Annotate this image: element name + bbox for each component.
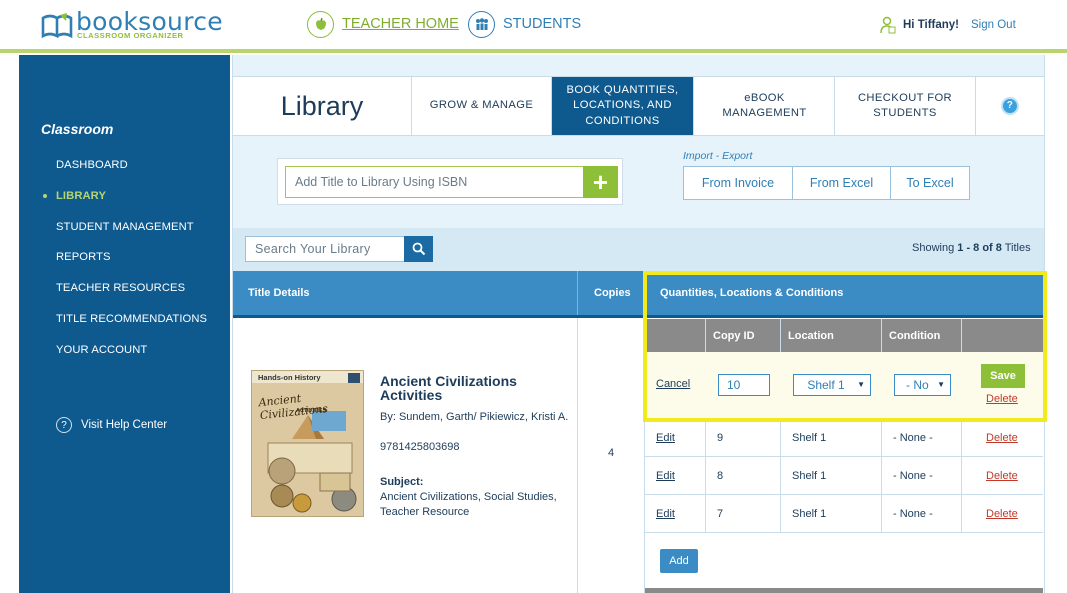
book-logo-icon <box>41 13 73 39</box>
copy-id: 8 <box>717 470 724 482</box>
location: Shelf 1 <box>792 470 827 482</box>
condition: - None - <box>893 470 933 482</box>
apple-icon <box>307 10 334 38</box>
tab-ebook-management[interactable]: eBOOK MANAGEMENT <box>693 77 835 135</box>
edit-link[interactable]: Edit <box>656 419 675 457</box>
header-divider <box>0 49 1067 53</box>
book-title[interactable]: Ancient Civilizations Activities <box>380 374 570 402</box>
book-cover-image[interactable]: Hands-on History Ancient Civilizations A… <box>251 370 364 517</box>
sidebar-item-student-management[interactable]: STUDENT MANAGEMENT <box>56 221 194 233</box>
cover-subtitle: ACTIVITIES <box>296 408 327 414</box>
sidebar: Classroom DASHBOARD LIBRARY STUDENT MANA… <box>19 55 230 593</box>
tab-checkout-students[interactable]: CHECKOUT FOR STUDENTS <box>834 77 975 135</box>
user-icon <box>880 16 896 34</box>
sidebar-item-your-account[interactable]: YOUR ACCOUNT <box>56 344 147 356</box>
nav-teacher-home[interactable]: TEACHER HOME <box>307 10 459 38</box>
delete-link[interactable]: Delete <box>986 419 1018 457</box>
showing-count: Showing 1 - 8 of 8 Titles <box>912 242 1031 254</box>
book-authors: By: Sundem, Garth/ Pikiewicz, Kristi A. <box>380 411 569 423</box>
table-row: Edit 9 Shelf 1 - None - Delete <box>645 418 1043 456</box>
location: Shelf 1 <box>792 432 827 444</box>
delete-link[interactable]: Delete <box>986 457 1018 495</box>
condition: - None - <box>893 508 933 520</box>
tab-grow-manage[interactable]: GROW & MANAGE <box>411 77 551 135</box>
cover-series: Hands-on History <box>258 373 321 382</box>
add-isbn-button[interactable]: + <box>583 166 618 198</box>
table-row: Edit 8 Shelf 1 - None - Delete <box>645 456 1043 494</box>
sidebar-item-title-recommendations[interactable]: TITLE RECOMMENDATIONS <box>56 313 207 325</box>
header-divider <box>577 271 578 315</box>
header-copies: Copies <box>594 287 631 299</box>
booksource-logo[interactable]: booksource CLASSROOM ORGANIZER <box>40 7 223 42</box>
sidebar-item-dashboard[interactable]: DASHBOARD <box>56 159 128 171</box>
sidebar-item-teacher-resources[interactable]: TEACHER RESOURCES <box>56 282 185 294</box>
book-subjects: Ancient Civilizations, Social Studies, T… <box>380 491 557 518</box>
import-export-group: From Invoice From Excel To Excel <box>683 166 970 200</box>
focus-highlight <box>643 271 1047 422</box>
sign-out-link[interactable]: Sign Out <box>971 19 1016 31</box>
top-header: booksource CLASSROOM ORGANIZER TEACHER H… <box>0 0 1067 53</box>
to-excel-button[interactable]: To Excel <box>891 167 969 199</box>
user-greeting: Hi Tiffany! <box>903 19 960 31</box>
next-subtable-header <box>645 588 1043 593</box>
isbn-input[interactable]: Add Title to Library Using ISBN <box>285 166 585 198</box>
isbn-panel: Add Title to Library Using ISBN + <box>277 158 623 205</box>
user-area: Hi Tiffany! Sign Out <box>880 16 1016 34</box>
question-icon: ? <box>1001 97 1019 115</box>
students-icon <box>468 10 495 38</box>
tab-book-quantities[interactable]: BOOK QUANTITIES, LOCATIONS, AND CONDITIO… <box>551 77 693 135</box>
search-icon <box>412 242 425 256</box>
edit-link[interactable]: Edit <box>656 495 675 533</box>
library-tabs: Library GROW & MANAGE BOOK QUANTITIES, L… <box>233 76 1044 136</box>
header-title-details: Title Details <box>248 287 310 299</box>
search-button[interactable] <box>404 236 433 262</box>
tab-help[interactable]: ? <box>975 77 1044 135</box>
condition: - None - <box>893 432 933 444</box>
book-isbn: 9781425803698 <box>380 441 460 453</box>
delete-link[interactable]: Delete <box>986 495 1018 533</box>
showing-range: 1 - 8 of 8 <box>957 242 1002 254</box>
location: Shelf 1 <box>792 508 827 520</box>
sidebar-title: Classroom <box>41 121 114 137</box>
nav-students-label: STUDENTS <box>503 16 582 32</box>
active-bullet-icon <box>43 194 47 198</box>
search-library-input[interactable]: Search Your Library <box>245 236 405 262</box>
nav-students[interactable]: STUDENTS <box>468 10 581 38</box>
plus-icon: + <box>592 166 609 197</box>
sidebar-item-reports[interactable]: REPORTS <box>56 251 111 263</box>
copy-id: 9 <box>717 432 724 444</box>
logo-tagline: CLASSROOM ORGANIZER <box>77 31 184 40</box>
edit-link[interactable]: Edit <box>656 457 675 495</box>
nav-teacher-home-label: TEACHER HOME <box>342 16 459 32</box>
sidebar-item-library[interactable]: LIBRARY <box>56 190 106 202</box>
import-export-label: Import - Export <box>683 150 753 162</box>
from-excel-button[interactable]: From Excel <box>793 167 891 199</box>
subject-label: Subject: <box>380 476 424 488</box>
copy-id: 7 <box>717 508 724 520</box>
page-title: Library <box>280 90 364 121</box>
column-divider <box>577 318 578 593</box>
help-center-link[interactable]: ? Visit Help Center <box>56 417 167 433</box>
table-row: Edit 7 Shelf 1 - None - Delete <box>645 494 1043 532</box>
help-center-label: Visit Help Center <box>81 419 168 431</box>
add-copy-button[interactable]: Add <box>660 549 698 573</box>
showing-suffix: Titles <box>1001 242 1031 254</box>
from-invoice-button[interactable]: From Invoice <box>684 167 793 199</box>
row-divider <box>645 532 1043 533</box>
showing-prefix: Showing <box>912 242 958 254</box>
copies-count: 4 <box>608 447 615 459</box>
help-icon: ? <box>56 417 72 433</box>
